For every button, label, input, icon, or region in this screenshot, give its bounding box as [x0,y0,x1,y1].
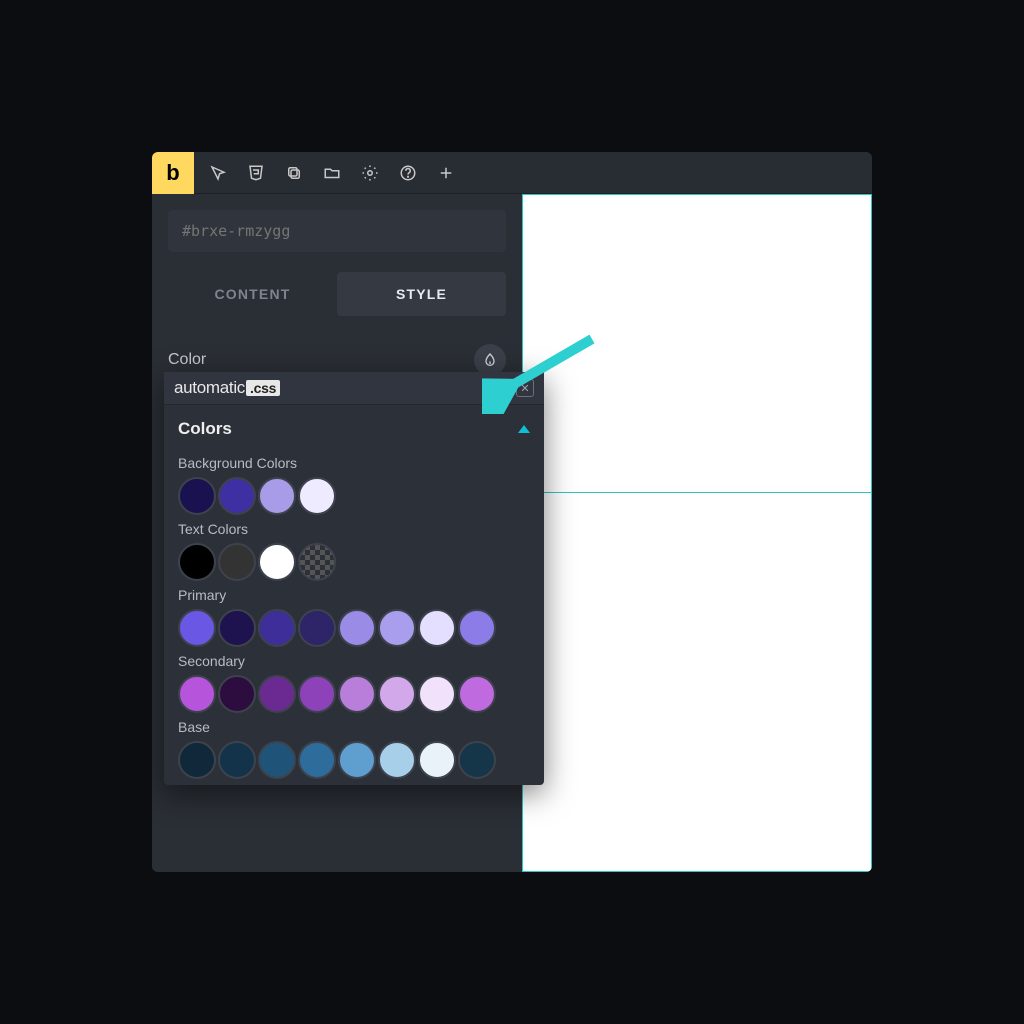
popup-section: Colors Background Colors Text Colors Prima… [164,405,544,779]
folder-icon[interactable] [322,163,342,183]
collapse-icon[interactable] [518,425,530,433]
color-swatch[interactable] [178,477,216,515]
color-swatch[interactable] [258,477,296,515]
color-swatch[interactable] [378,741,416,779]
color-swatch[interactable] [218,543,256,581]
color-swatch[interactable] [218,675,256,713]
color-swatch[interactable] [298,609,336,647]
color-swatch[interactable] [418,675,456,713]
color-swatch[interactable] [298,675,336,713]
popup-brand-text: automatic [174,378,245,397]
color-swatch[interactable] [378,675,416,713]
color-swatch[interactable] [218,741,256,779]
swatch-row [178,609,530,647]
color-swatch[interactable] [298,543,336,581]
add-icon[interactable] [436,163,456,183]
color-swatch[interactable] [298,741,336,779]
color-swatch[interactable] [378,609,416,647]
color-swatch[interactable] [178,543,216,581]
tab-style[interactable]: STYLE [337,272,506,316]
color-swatch[interactable] [458,675,496,713]
help-icon[interactable] [398,163,418,183]
section-title-row: Colors [178,415,530,449]
color-swatch[interactable] [178,741,216,779]
swatch-row [178,477,530,515]
color-popup: automatic.css i ✕ Colors Background Colo… [164,372,544,785]
color-swatch[interactable] [418,609,456,647]
canvas-area[interactable] [522,194,872,872]
color-swatch[interactable] [338,609,376,647]
color-swatch[interactable] [218,477,256,515]
tabs: CONTENT STYLE [168,272,506,316]
pointer-icon[interactable] [208,163,228,183]
close-icon[interactable]: ✕ [516,379,534,397]
color-swatch[interactable] [258,675,296,713]
color-swatch[interactable] [458,609,496,647]
toolbar-icons [208,163,456,183]
color-label: Color [168,351,206,369]
group-label: Text Colors [178,521,530,537]
top-toolbar: b [152,152,872,194]
group-label: Secondary [178,653,530,669]
color-swatch[interactable] [298,477,336,515]
color-groups: Background Colors Text Colors Primary Secon… [178,455,530,779]
group-label: Background Colors [178,455,530,471]
popup-header-icons: i ✕ [492,379,534,397]
popup-brand-tag: .css [246,380,280,396]
css-shield-icon[interactable] [246,163,266,183]
app-window: b [152,152,872,872]
color-swatch[interactable] [178,609,216,647]
color-swatch[interactable] [418,741,456,779]
section-title: Colors [178,419,232,439]
color-swatch[interactable] [258,543,296,581]
color-swatch[interactable] [338,741,376,779]
settings-icon[interactable] [360,163,380,183]
swatch-row [178,741,530,779]
color-swatch[interactable] [458,741,496,779]
group-label: Primary [178,587,530,603]
canvas-divider [523,492,871,493]
group-label: Base [178,719,530,735]
copy-icon[interactable] [284,163,304,183]
popup-brand: automatic.css [174,378,280,398]
swatch-row [178,675,530,713]
app-logo[interactable]: b [152,152,194,194]
swatch-row [178,543,530,581]
popup-header: automatic.css i ✕ [164,372,544,405]
color-swatch[interactable] [258,741,296,779]
color-swatch[interactable] [218,609,256,647]
selector-input[interactable] [168,210,506,252]
color-swatch[interactable] [178,675,216,713]
color-swatch[interactable] [258,609,296,647]
tab-content[interactable]: CONTENT [168,272,337,316]
info-icon[interactable]: i [492,379,510,397]
color-swatch[interactable] [338,675,376,713]
